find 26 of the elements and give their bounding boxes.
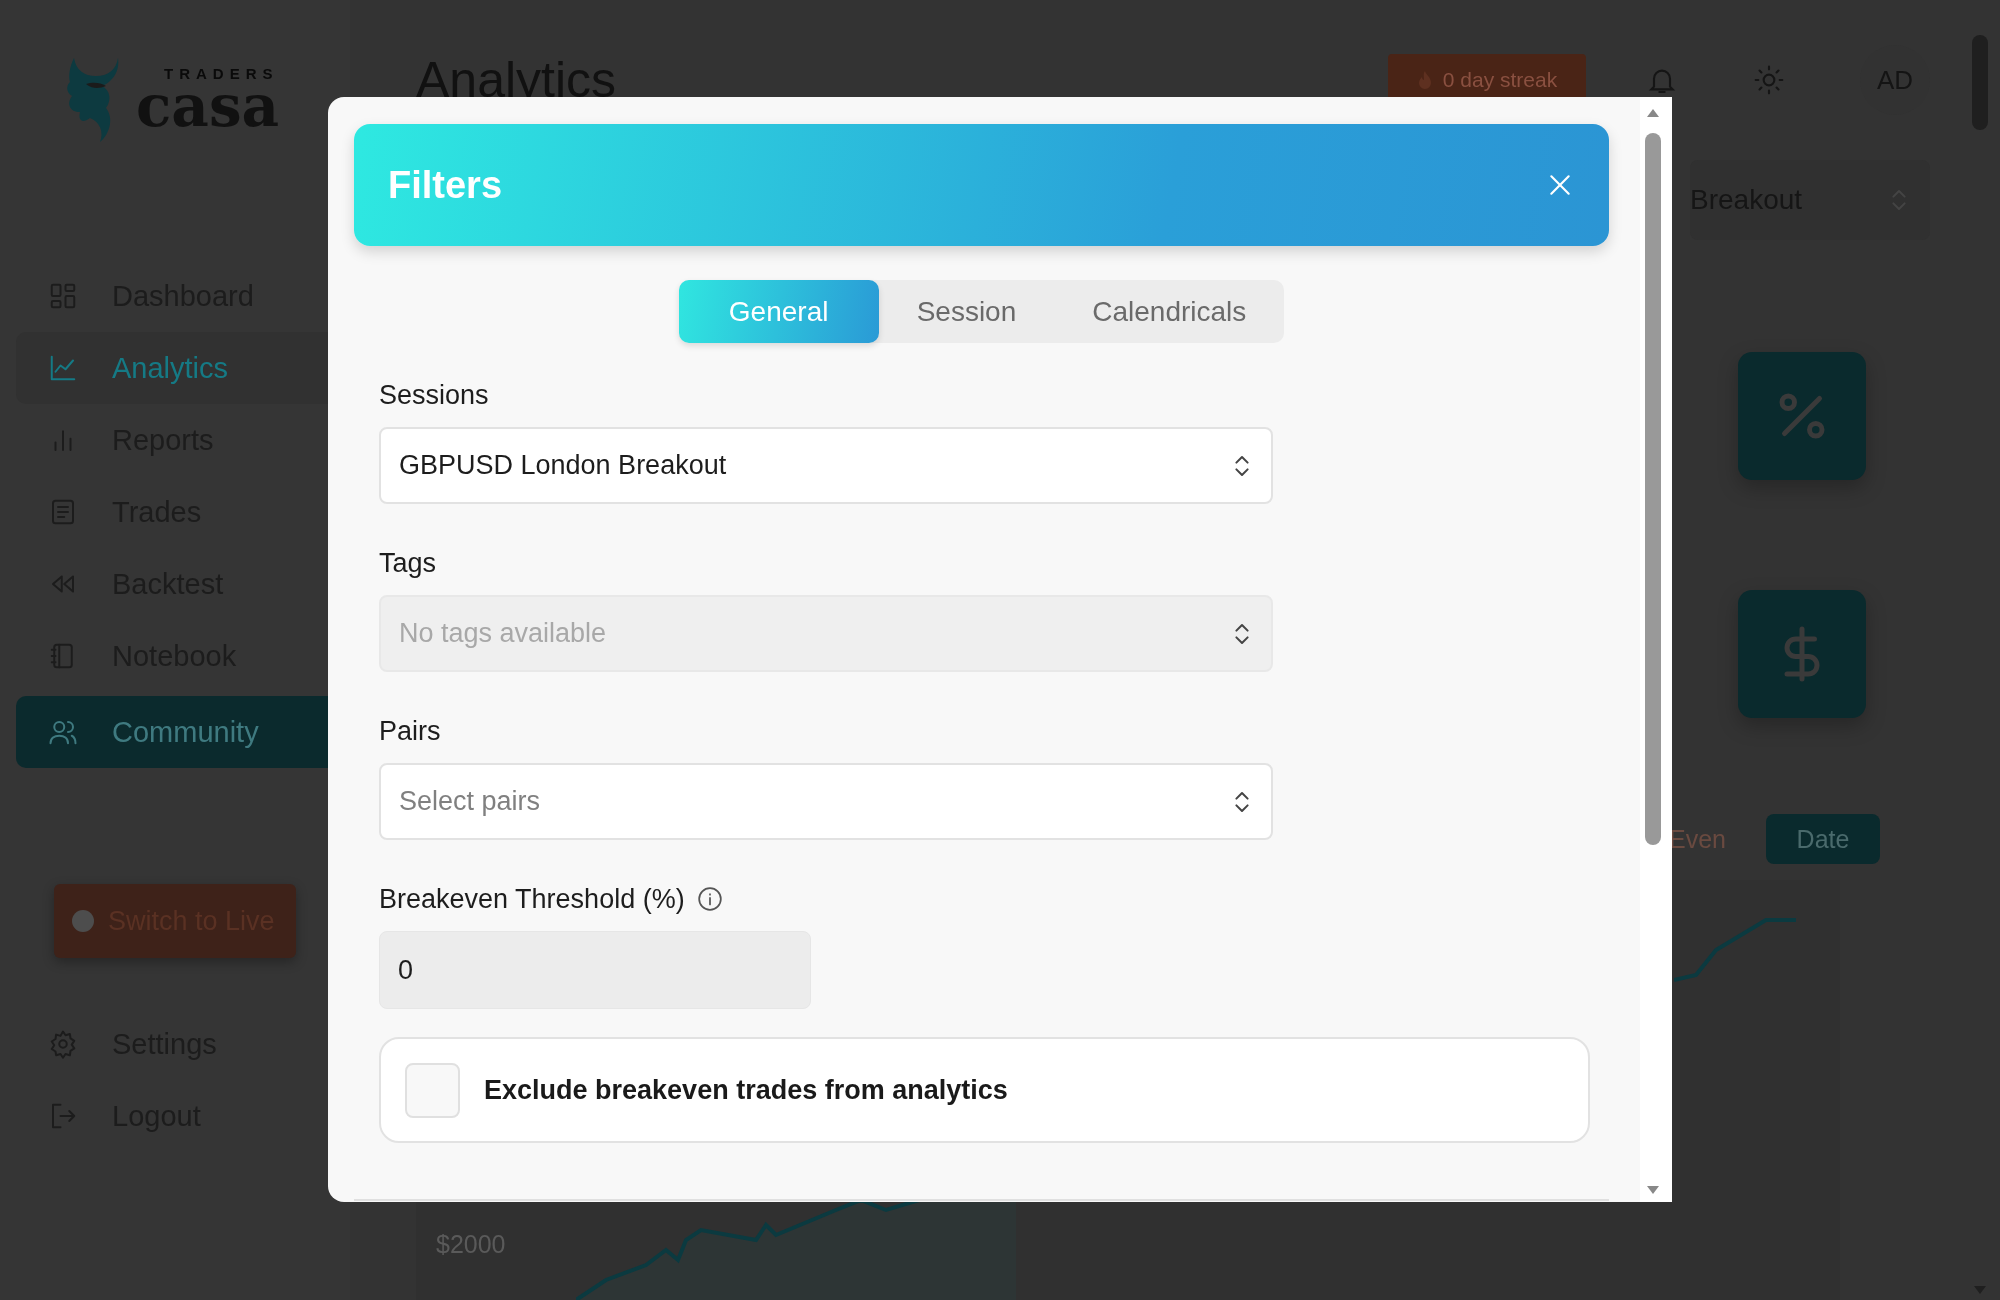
field-label: Tags — [379, 547, 437, 579]
sidebar-item-label: Analytics — [112, 351, 229, 385]
select-field[interactable]: GBPUSD London Breakout — [379, 427, 1273, 504]
number-input[interactable]: 0 — [379, 931, 811, 1009]
dialog-title: Filters — [388, 163, 503, 207]
tab[interactable]: Session — [878, 280, 1055, 343]
select-field[interactable]: Select pairs — [379, 763, 1273, 840]
checkbox[interactable] — [405, 1062, 460, 1118]
streak-text: 0 day streak — [1442, 68, 1558, 92]
close-button[interactable] — [1547, 172, 1573, 198]
dialog-scrollbar[interactable] — [1640, 97, 1672, 1202]
field-label: Breakeven Threshold (%) — [379, 883, 685, 915]
field-label: Sessions — [379, 379, 489, 411]
settings-icon — [48, 1029, 78, 1059]
info-icon[interactable] — [696, 886, 723, 912]
field-label: Pairs — [379, 715, 441, 747]
scroll-up-icon[interactable] — [1645, 107, 1661, 119]
checkbox-label: Exclude breakeven trades from analytics — [484, 1074, 1008, 1106]
line-chart-icon — [48, 353, 78, 383]
chart-toggle[interactable]: Date — [1766, 814, 1880, 864]
tab[interactable]: Calendricals — [1054, 280, 1285, 343]
dashboard-icon — [48, 281, 78, 311]
sun-icon[interactable] — [1753, 64, 1785, 96]
sidebar-item-label: Community — [112, 715, 259, 749]
tab[interactable]: General — [678, 280, 879, 343]
scroll-down-icon[interactable] — [1645, 1184, 1661, 1196]
